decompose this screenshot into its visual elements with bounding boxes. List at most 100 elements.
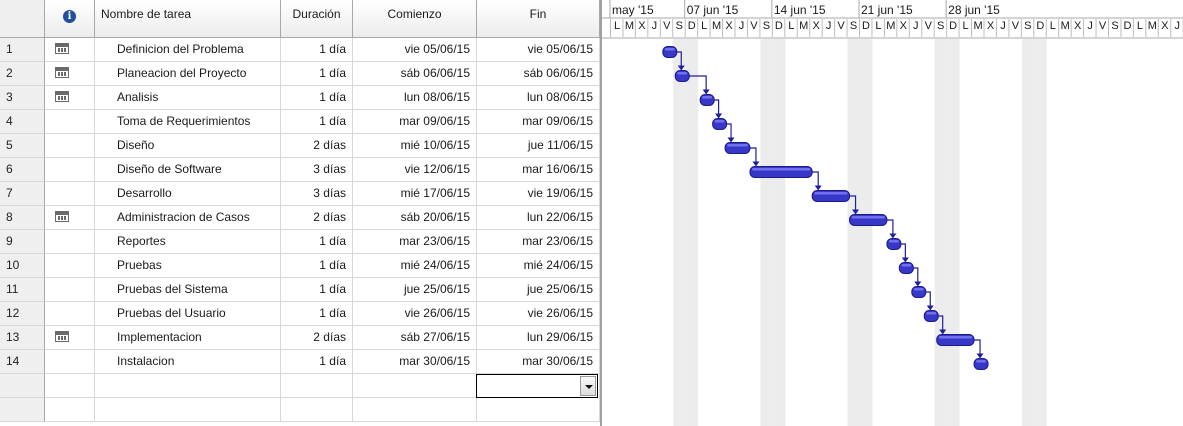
task-name-cell[interactable]: Analisis: [95, 86, 281, 110]
row-number[interactable]: 2: [0, 62, 45, 86]
start-cell[interactable]: lun 08/06/15: [353, 86, 477, 110]
table-row[interactable]: 12 Pruebas del Usuario 1 día vie 26/06/15 vi…: [0, 302, 600, 326]
start-cell[interactable]: vie 05/06/15: [353, 38, 477, 62]
table-row[interactable]: 14 Instalacion 1 día mar 30/06/15 mar 30/06/…: [0, 350, 600, 374]
task-name-cell[interactable]: Pruebas: [95, 254, 281, 278]
finish-cell[interactable]: lun 22/06/15: [477, 206, 600, 230]
task-name-cell[interactable]: Pruebas del Sistema: [95, 278, 281, 302]
duration-cell[interactable]: 1 día: [281, 62, 353, 86]
finish-cell[interactable]: lun 08/06/15: [477, 86, 600, 110]
start-cell[interactable]: [353, 398, 477, 422]
row-number[interactable]: 8: [0, 206, 45, 230]
finish-cell[interactable]: mar 23/06/15: [477, 230, 600, 254]
finish-cell[interactable]: vie 19/06/15: [477, 182, 600, 206]
finish-cell[interactable]: jue 25/06/15: [477, 278, 600, 302]
duration-cell[interactable]: 1 día: [281, 278, 353, 302]
finish-cell[interactable]: sáb 06/06/15: [477, 62, 600, 86]
start-cell[interactable]: mié 17/06/15: [353, 182, 477, 206]
row-number[interactable]: 5: [0, 134, 45, 158]
row-number[interactable]: 3: [0, 86, 45, 110]
finish-cell[interactable]: mar 16/06/15: [477, 158, 600, 182]
duration-cell[interactable]: 3 días: [281, 182, 353, 206]
start-cell[interactable]: mar 09/06/15: [353, 110, 477, 134]
task-name-cell[interactable]: Pruebas del Usuario: [95, 302, 281, 326]
duration-cell[interactable]: 1 día: [281, 254, 353, 278]
task-name-cell[interactable]: Planeacion del Proyecto: [95, 62, 281, 86]
duration-cell[interactable]: 2 días: [281, 326, 353, 350]
start-cell[interactable]: mar 23/06/15: [353, 230, 477, 254]
finish-cell[interactable]: [477, 398, 600, 422]
task-name-cell[interactable]: Administracion de Casos: [95, 206, 281, 230]
indicators-header[interactable]: i: [45, 0, 95, 38]
task-name-cell[interactable]: Diseño de Software: [95, 158, 281, 182]
start-cell[interactable]: mié 10/06/15: [353, 134, 477, 158]
finish-cell[interactable]: vie 05/06/15: [477, 38, 600, 62]
row-number[interactable]: 6: [0, 158, 45, 182]
table-row[interactable]: 9 Reportes 1 día mar 23/06/15 mar 23/06/15: [0, 230, 600, 254]
task-name-cell[interactable]: Definicion del Problema: [95, 38, 281, 62]
table-row[interactable]: 1 Definicion del Problema 1 día vie 05/06/1…: [0, 38, 600, 62]
duration-cell[interactable]: 1 día: [281, 230, 353, 254]
duration-cell[interactable]: 2 días: [281, 134, 353, 158]
row-number[interactable]: 14: [0, 350, 45, 374]
task-name-cell[interactable]: [95, 398, 281, 422]
start-cell[interactable]: sáb 27/06/15: [353, 326, 477, 350]
task-name-cell[interactable]: [95, 374, 281, 398]
table-row[interactable]: 2 Planeacion del Proyecto 1 día sáb 06/06/1…: [0, 62, 600, 86]
duration-cell[interactable]: [281, 398, 353, 422]
duration-cell[interactable]: 1 día: [281, 302, 353, 326]
finish-cell[interactable]: mar 09/06/15: [477, 110, 600, 134]
row-number[interactable]: 1: [0, 38, 45, 62]
duration-cell[interactable]: 2 días: [281, 206, 353, 230]
finish-cell[interactable]: mar 30/06/15: [477, 350, 600, 374]
duration-cell[interactable]: [281, 374, 353, 398]
finish-cell[interactable]: mié 24/06/15: [477, 254, 600, 278]
task-name-cell[interactable]: Desarrollo: [95, 182, 281, 206]
start-cell[interactable]: mar 30/06/15: [353, 350, 477, 374]
empty-row[interactable]: [0, 398, 600, 422]
start-cell[interactable]: sáb 20/06/15: [353, 206, 477, 230]
row-number[interactable]: 7: [0, 182, 45, 206]
finish-cell[interactable]: vie 26/06/15: [477, 302, 600, 326]
task-name-cell[interactable]: Instalacion: [95, 350, 281, 374]
table-row[interactable]: 8 Administracion de Casos 2 días sáb 20/06/…: [0, 206, 600, 230]
table-row[interactable]: 3 Analisis 1 día lun 08/06/15 lun 08/06/15: [0, 86, 600, 110]
start-cell[interactable]: sáb 06/06/15: [353, 62, 477, 86]
finish-cell[interactable]: jue 11/06/15: [477, 134, 600, 158]
task-name-cell[interactable]: Reportes: [95, 230, 281, 254]
table-row[interactable]: 6 Diseño de Software 3 días vie 12/06/15 mar…: [0, 158, 600, 182]
row-number[interactable]: 4: [0, 110, 45, 134]
table-row[interactable]: 5 Diseño 2 días mié 10/06/15 jue 11/06/15: [0, 134, 600, 158]
finish-date-dropdown[interactable]: [476, 374, 598, 398]
start-cell[interactable]: vie 26/06/15: [353, 302, 477, 326]
row-number[interactable]: 11: [0, 278, 45, 302]
dropdown-arrow-button[interactable]: [580, 376, 596, 396]
row-number[interactable]: 13: [0, 326, 45, 350]
duration-header[interactable]: Duración: [281, 0, 353, 38]
duration-cell[interactable]: 1 día: [281, 350, 353, 374]
row-number[interactable]: 10: [0, 254, 45, 278]
table-row[interactable]: 4 Toma de Requerimientos 1 día mar 09/06/15…: [0, 110, 600, 134]
table-row[interactable]: 10 Pruebas 1 día mié 24/06/15 mié 24/06/15: [0, 254, 600, 278]
start-header[interactable]: Comienzo: [353, 0, 477, 38]
duration-cell[interactable]: 1 día: [281, 38, 353, 62]
finish-header[interactable]: Fin: [477, 0, 600, 38]
table-row[interactable]: 11 Pruebas del Sistema 1 día jue 25/06/15 ju…: [0, 278, 600, 302]
start-cell[interactable]: jue 25/06/15: [353, 278, 477, 302]
row-number[interactable]: 9: [0, 230, 45, 254]
row-number[interactable]: 12: [0, 302, 45, 326]
finish-cell[interactable]: lun 29/06/15: [477, 326, 600, 350]
task-name-cell[interactable]: Diseño: [95, 134, 281, 158]
task-name-header[interactable]: Nombre de tarea: [95, 0, 281, 38]
table-row[interactable]: 7 Desarrollo 3 días mié 17/06/15 vie 19/06/1…: [0, 182, 600, 206]
table-row[interactable]: 13 Implementacion 2 días sáb 27/06/15 lun 29…: [0, 326, 600, 350]
start-cell[interactable]: vie 12/06/15: [353, 158, 477, 182]
start-cell[interactable]: mié 24/06/15: [353, 254, 477, 278]
duration-cell[interactable]: 1 día: [281, 110, 353, 134]
task-name-cell[interactable]: Toma de Requerimientos: [95, 110, 281, 134]
duration-cell[interactable]: 1 día: [281, 86, 353, 110]
row-number[interactable]: [0, 374, 45, 398]
start-cell[interactable]: [353, 374, 477, 398]
row-number[interactable]: [0, 398, 45, 422]
duration-cell[interactable]: 3 días: [281, 158, 353, 182]
